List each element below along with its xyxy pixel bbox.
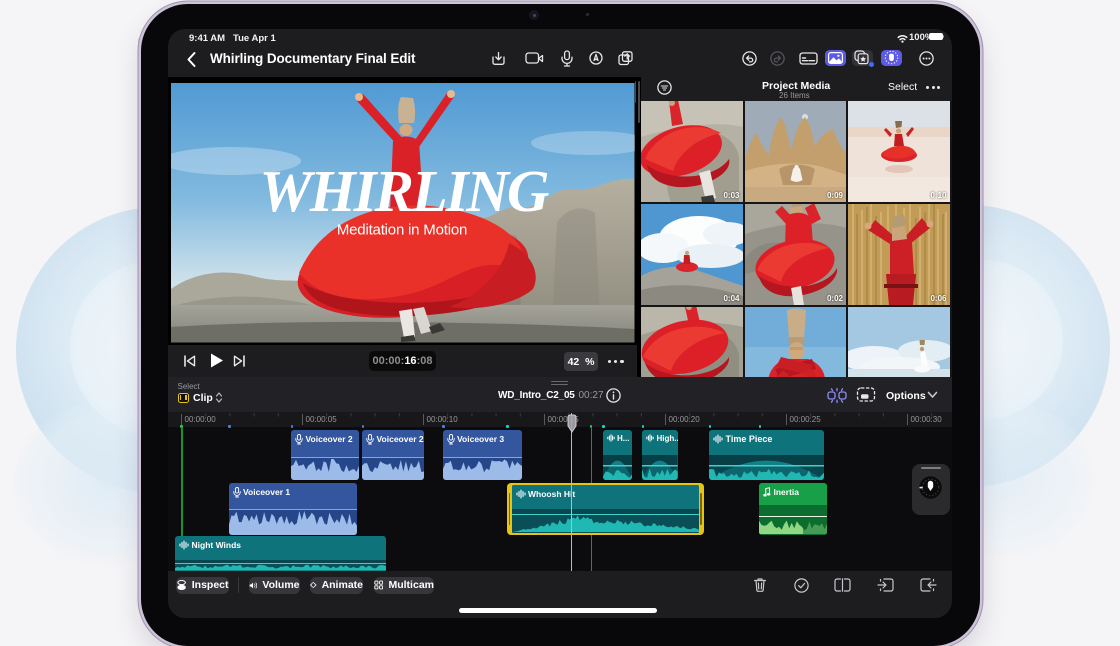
svg-text:WHIRLING: WHIRLING <box>260 158 550 224</box>
svg-text:Meditation in Motion: Meditation in Motion <box>337 222 467 239</box>
